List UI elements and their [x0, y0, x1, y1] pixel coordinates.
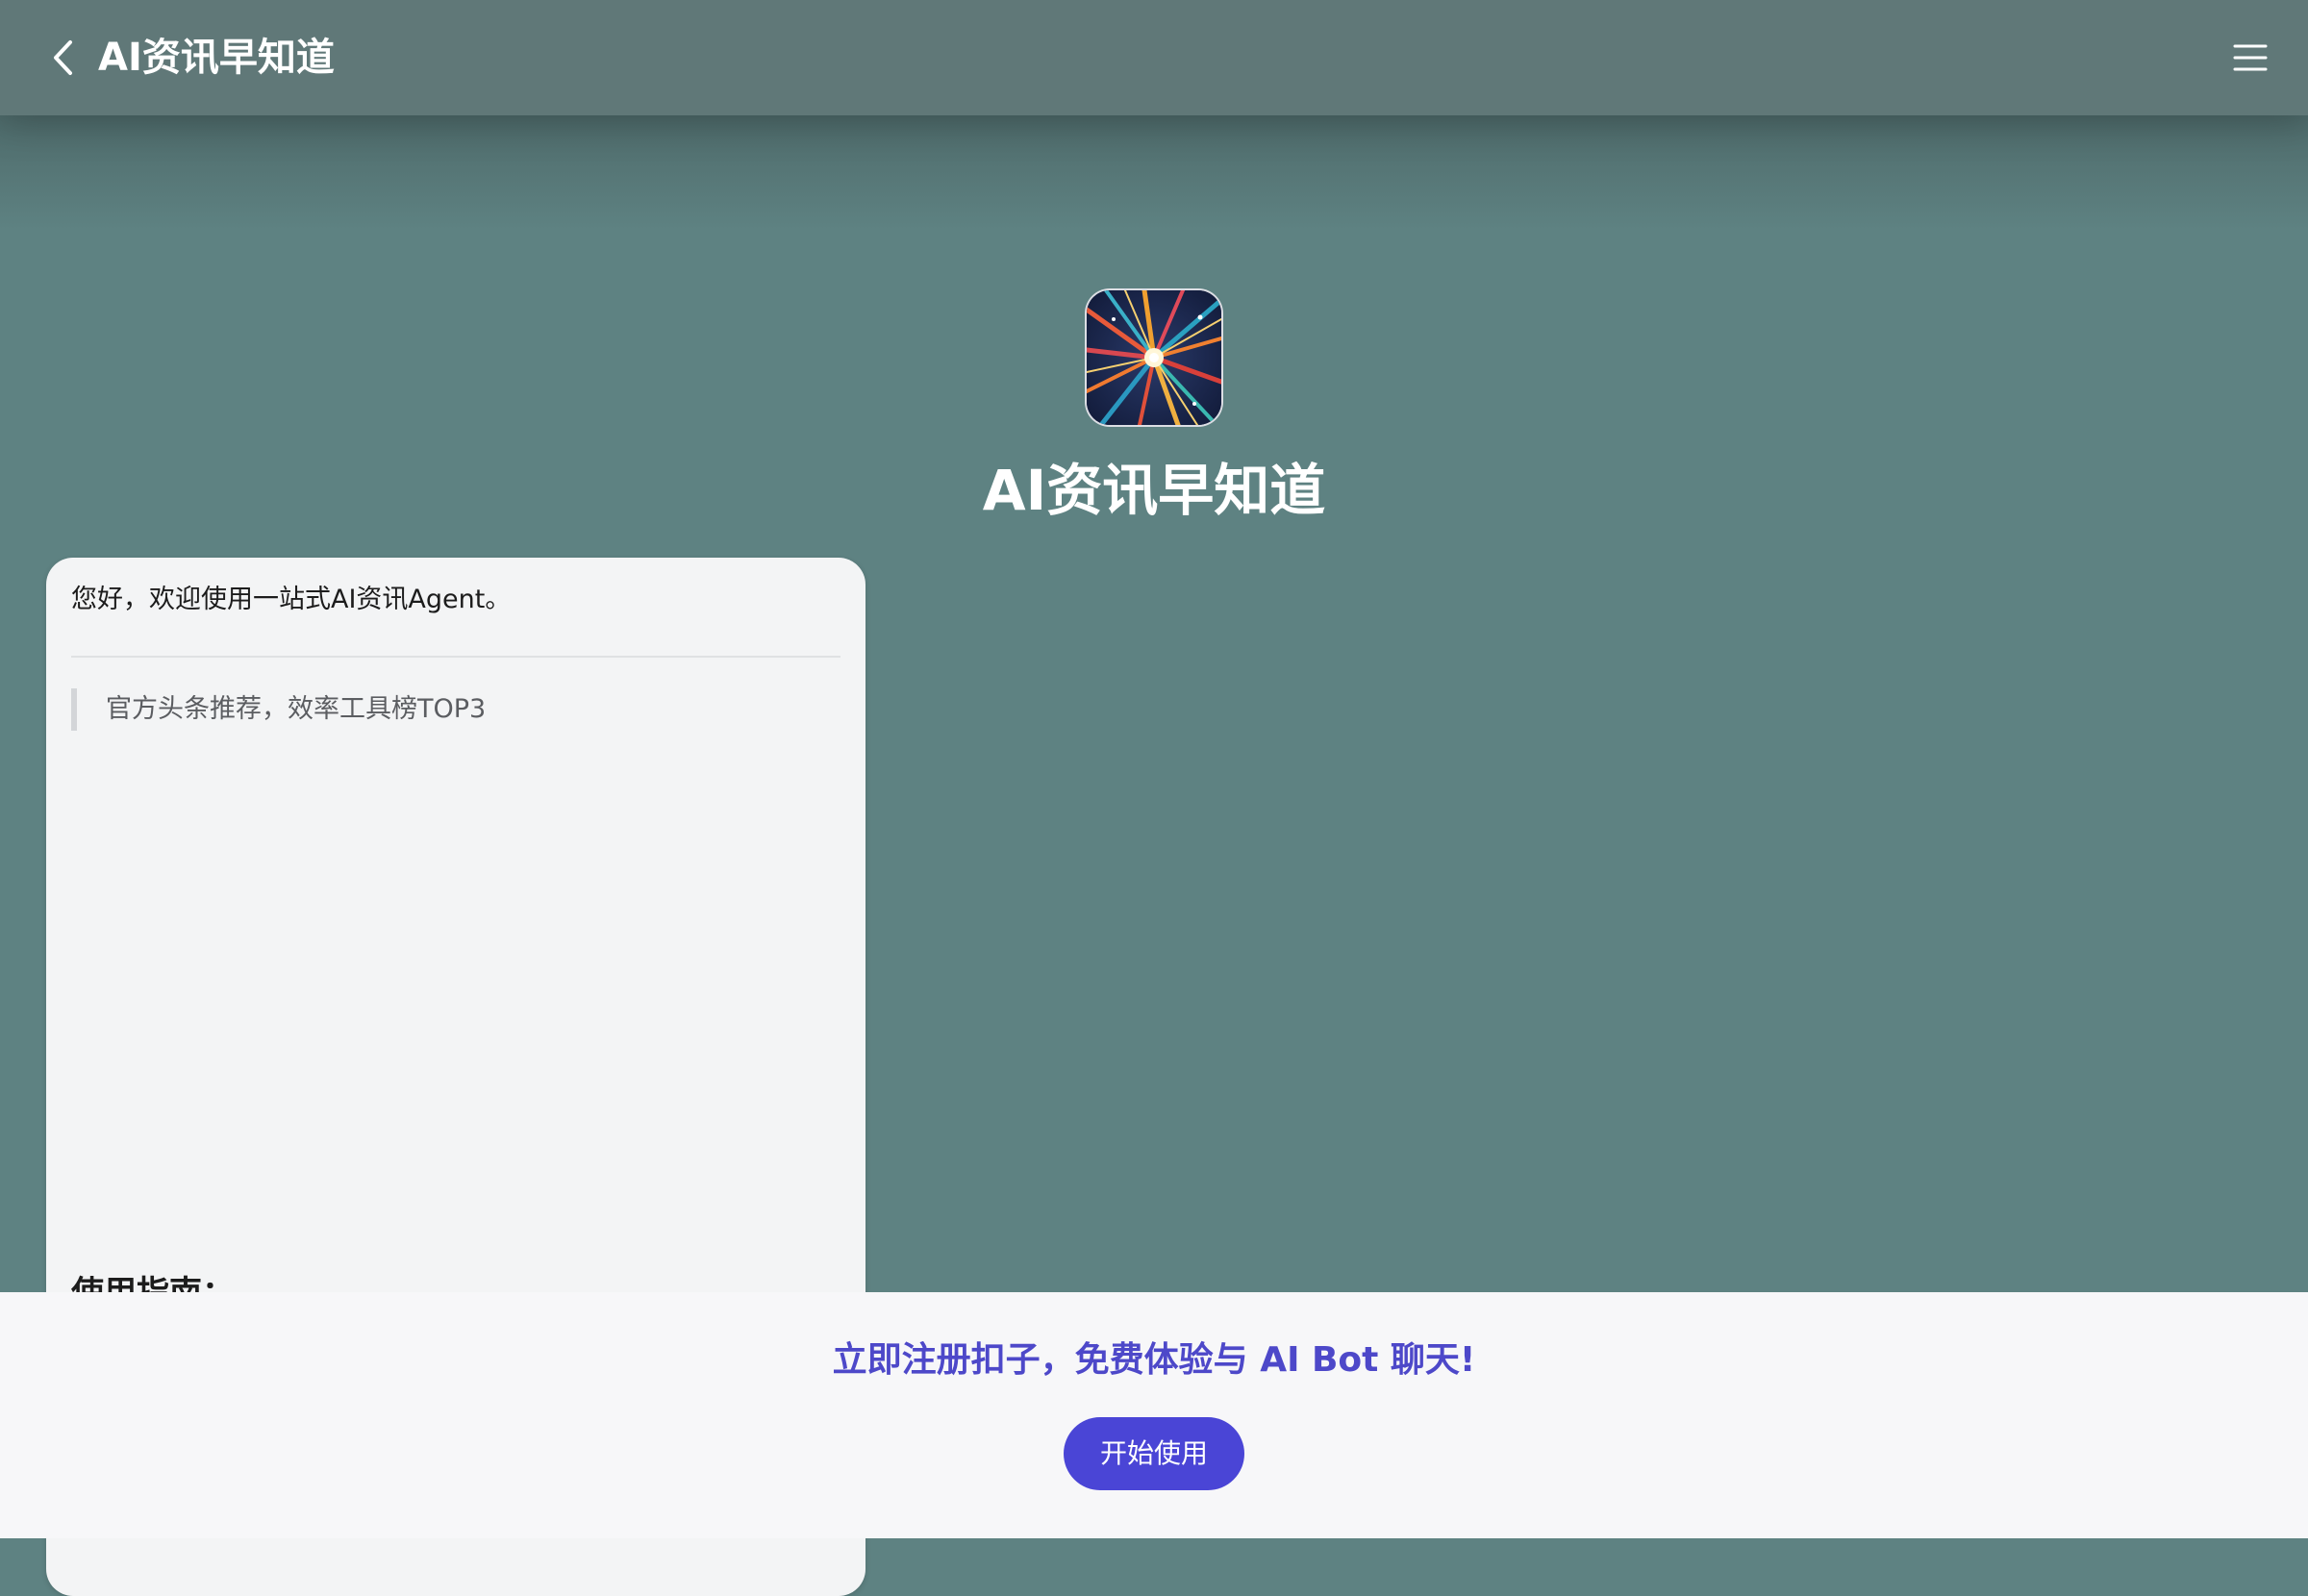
bot-avatar — [1085, 288, 1223, 427]
header-shadow — [0, 115, 2308, 231]
hamburger-menu-icon — [2233, 44, 2268, 71]
greeting-message: 您好，欢迎使用一站式AI资讯Agent。 — [71, 585, 512, 614]
signup-footer: 立即注册扣子，免费体验与 AI Bot 聊天! 开始使用 — [0, 1292, 2308, 1538]
page-title: AI资讯早知道 — [98, 36, 335, 80]
back-button[interactable] — [42, 35, 85, 81]
top-bar: AI资讯早知道 — [0, 0, 2308, 115]
chevron-left-icon — [54, 40, 72, 75]
bot-name: AI资讯早知道 — [982, 458, 1326, 523]
signup-cta-text: 立即注册扣子，免费体验与 AI Bot 聊天! — [832, 1340, 1476, 1380]
divider — [71, 656, 840, 658]
start-button[interactable]: 开始使用 — [1064, 1417, 1244, 1490]
menu-button[interactable] — [2231, 38, 2270, 77]
starburst-avatar-icon — [1087, 290, 1221, 425]
quote-block: 官方头条推荐，效率工具榜TOP3 — [71, 688, 486, 731]
